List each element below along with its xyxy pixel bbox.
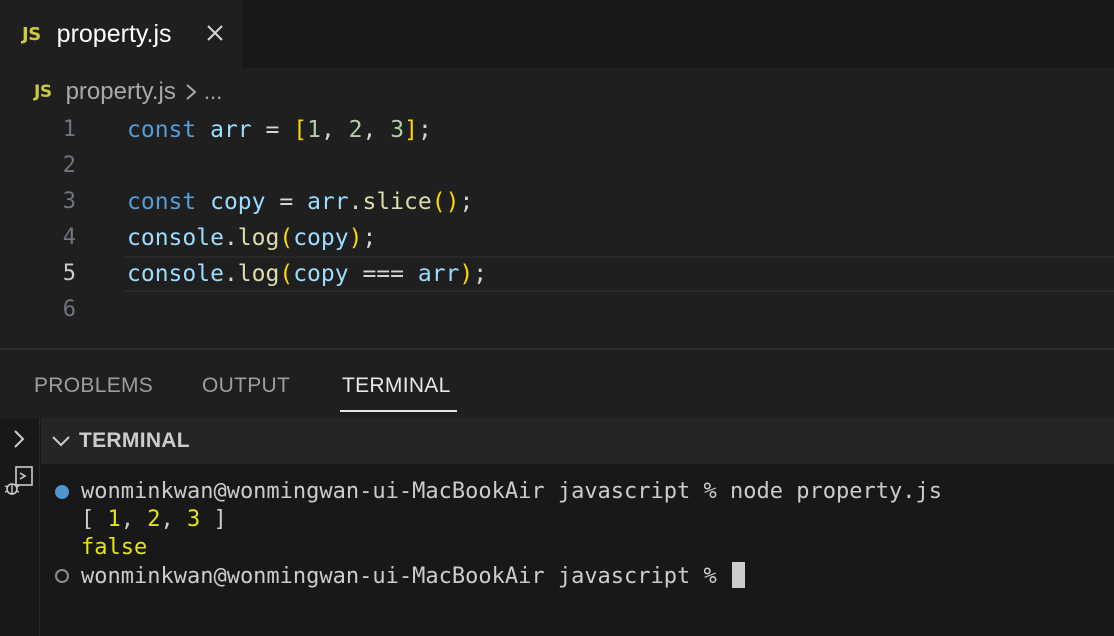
terminal-command: node property.js: [730, 479, 942, 504]
terminal-section-title: TERMINAL: [79, 429, 190, 452]
breadcrumb-more[interactable]: ...: [204, 79, 222, 105]
command-success-dot-icon[interactable]: [55, 485, 69, 499]
tab-output[interactable]: OUTPUT: [202, 350, 290, 412]
close-icon[interactable]: [200, 18, 230, 48]
js-file-icon: JS: [34, 82, 52, 102]
code-text: const arr = [1, 2, 3];: [127, 117, 432, 143]
line-number: 1: [62, 117, 76, 142]
tab-problems[interactable]: PROBLEMS: [34, 350, 153, 412]
code-line: 2: [0, 148, 1114, 184]
terminal-prompt: wonminkwan@wonmingwan-ui-MacBookAir java…: [81, 564, 731, 589]
breadcrumb-file[interactable]: property.js: [66, 78, 176, 106]
terminal-section-header[interactable]: TERMINAL: [41, 418, 1114, 464]
code-line-current: 5 console.log(copy === arr);: [0, 256, 1114, 292]
tab-terminal[interactable]: TERMINAL: [340, 350, 457, 412]
terminal-line: wonminkwan@wonmingwan-ui-MacBookAir java…: [41, 478, 1101, 506]
chevron-down-icon: [51, 434, 71, 448]
line-number: 5: [62, 261, 76, 286]
terminal-output-boolean: false: [81, 535, 148, 560]
debug-console-icon[interactable]: [2, 464, 36, 498]
editor-tab-bar: JS property.js: [0, 0, 1114, 68]
terminal-output[interactable]: wonminkwan@wonmingwan-ui-MacBookAir java…: [41, 464, 1114, 636]
terminal-cursor: [732, 562, 746, 588]
terminal-area: TERMINAL wonminkwan@wonmingwan-ui-MacBoo…: [0, 418, 1114, 636]
code-line: 4 console.log(copy);: [0, 220, 1114, 256]
terminal-line: [ 1, 2, 3 ]: [41, 506, 1101, 534]
chevron-right-icon[interactable]: [2, 422, 36, 456]
terminal-line: false: [41, 534, 1101, 562]
panel-side-strip: [0, 418, 40, 636]
breadcrumb: JS property.js ...: [34, 74, 222, 110]
code-line: 6: [0, 292, 1114, 328]
js-file-icon: JS: [22, 23, 41, 45]
code-text: const copy = arr.slice();: [127, 189, 474, 215]
line-number: 3: [62, 189, 76, 214]
chevron-right-icon: [184, 82, 198, 102]
tab-property-js[interactable]: JS property.js: [0, 0, 242, 68]
bottom-panel: PROBLEMS OUTPUT TERMINAL TERMINAL wonmin…: [0, 350, 1114, 636]
tab-title: property.js: [56, 19, 172, 48]
line-number: 2: [62, 153, 76, 178]
terminal-output-array: [ 1, 2, 3 ]: [81, 507, 227, 532]
terminal-prompt: wonminkwan@wonmingwan-ui-MacBookAir java…: [81, 479, 731, 504]
line-number: 6: [62, 297, 76, 322]
code-editor[interactable]: 1 const arr = [1, 2, 3]; 2 3 const copy …: [0, 112, 1114, 348]
panel-tab-bar: PROBLEMS OUTPUT TERMINAL: [0, 350, 1114, 418]
code-text: console.log(copy);: [127, 225, 377, 251]
line-number: 4: [62, 225, 76, 250]
code-line: 3 const copy = arr.slice();: [0, 184, 1114, 220]
terminal-line: wonminkwan@wonmingwan-ui-MacBookAir java…: [41, 562, 1101, 590]
command-empty-dot-icon[interactable]: [55, 569, 69, 583]
code-text: console.log(copy === arr);: [127, 261, 488, 287]
code-line: 1 const arr = [1, 2, 3];: [0, 112, 1114, 148]
